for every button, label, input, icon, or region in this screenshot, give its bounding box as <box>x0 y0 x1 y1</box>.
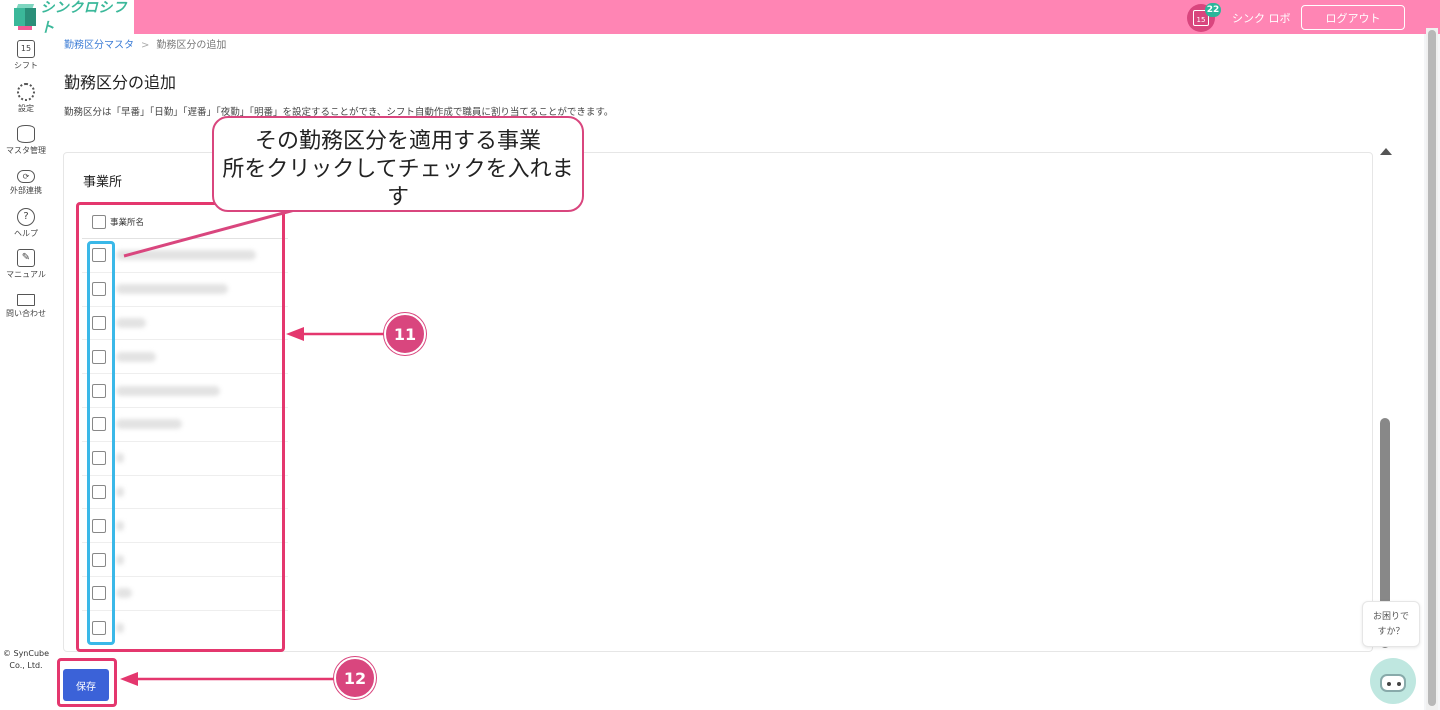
sidebar-item-manual[interactable]: ✎ マニュアル <box>0 249 52 280</box>
copyright: © SynCube Co., Ltd. <box>2 649 50 670</box>
notification-count-badge: 22 <box>1205 3 1221 17</box>
sidebar-item-master[interactable]: マスタ管理 <box>0 125 52 156</box>
sidebar-item-label: 問い合わせ <box>6 309 46 318</box>
breadcrumb: 勤務区分マスタ > 勤務区分の追加 <box>64 36 226 51</box>
top-header: シンクロシフト 15 22 シンク ロボ ログアウト <box>0 0 1440 36</box>
calendar-icon: 15 <box>17 40 35 58</box>
instruction-callout: その勤務区分を適用する事業 所をクリックしてチェックを入れます <box>212 116 584 212</box>
highlight-save-button <box>57 658 117 707</box>
logo-cube-icon <box>14 4 36 30</box>
page-scrollbar-thumb[interactable] <box>1428 30 1436 706</box>
sidebar-item-settings[interactable]: 設定 <box>0 83 52 114</box>
help-bubble[interactable]: お困りで すか？ <box>1362 601 1420 647</box>
sidebar-item-label: 設定 <box>18 104 34 113</box>
app-logo[interactable]: シンクロシフト <box>0 0 134 36</box>
step-number-badge: 11 <box>384 313 426 355</box>
user-name[interactable]: シンク ロボ <box>1232 10 1291 26</box>
breadcrumb-link-master[interactable]: 勤務区分マスタ <box>64 40 134 51</box>
page-title: 勤務区分の追加 <box>64 73 177 92</box>
sidebar: 15 シフト 設定 マスタ管理 ⟳ 外部連携 ? ヘルプ ✎ マニュアル 問い合… <box>0 34 52 710</box>
sidebar-item-label: 外部連携 <box>10 186 42 195</box>
sidebar-item-label: ヘルプ <box>14 229 38 238</box>
sidebar-item-label: シフト <box>14 61 38 70</box>
cloud-icon: ⟳ <box>17 170 35 183</box>
sidebar-item-integration[interactable]: ⟳ 外部連携 <box>0 167 52 196</box>
help-bot-avatar[interactable] <box>1370 658 1416 704</box>
pencil-icon: ✎ <box>17 249 35 267</box>
sidebar-item-shift[interactable]: 15 シフト <box>0 40 52 71</box>
sidebar-item-contact[interactable]: 問い合わせ <box>0 290 52 319</box>
highlight-checkbox-column <box>87 241 115 645</box>
mail-icon <box>17 294 35 306</box>
logout-button[interactable]: ログアウト <box>1301 5 1405 30</box>
app-name: シンクロシフト <box>40 0 128 36</box>
sidebar-item-help[interactable]: ? ヘルプ <box>0 208 52 239</box>
section-title: 事業所 <box>83 175 123 190</box>
gear-icon <box>17 83 35 101</box>
help-icon: ? <box>17 208 35 226</box>
step-number-badge: 12 <box>334 657 376 699</box>
database-icon <box>17 125 35 143</box>
breadcrumb-current: 勤務区分の追加 <box>156 40 227 51</box>
scroll-up-arrow-icon[interactable] <box>1380 148 1392 155</box>
breadcrumb-separator: > <box>141 40 150 51</box>
sidebar-item-label: マニュアル <box>6 270 46 279</box>
sidebar-item-label: マスタ管理 <box>6 146 46 155</box>
